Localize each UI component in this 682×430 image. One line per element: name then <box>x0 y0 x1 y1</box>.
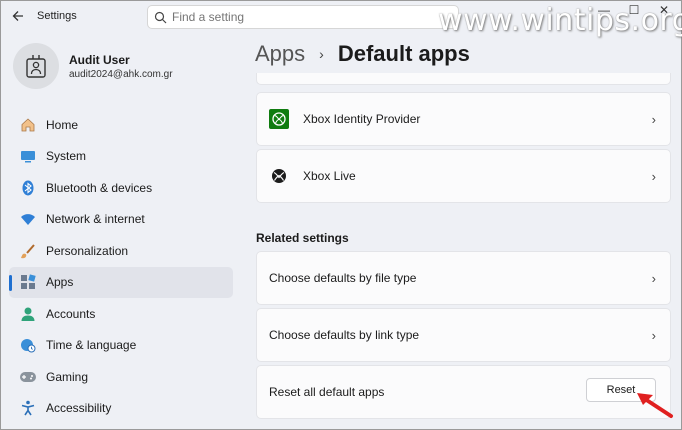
minimize-button[interactable]: — <box>597 3 611 17</box>
setting-label: Choose defaults by file type <box>269 271 417 285</box>
sidebar-item-time-language[interactable]: Time & language <box>9 330 233 362</box>
sidebar-item-network[interactable]: Network & internet <box>9 204 233 236</box>
app-card-partial <box>256 73 671 85</box>
sidebar-item-label: Apps <box>46 275 74 290</box>
title-bar: Settings www.wintips.org — ☐ ✕ <box>1 1 682 38</box>
close-button[interactable]: ✕ <box>657 3 671 17</box>
sidebar-item-system[interactable]: System <box>9 141 233 173</box>
back-button[interactable] <box>7 5 29 27</box>
chevron-right-icon: › <box>651 270 656 286</box>
app-card-xbox-identity[interactable]: Xbox Identity Provider › <box>256 92 671 146</box>
avatar[interactable] <box>13 43 59 89</box>
sidebar-item-personalization[interactable]: Personalization <box>9 235 233 267</box>
sidebar-item-label: Time & language <box>46 338 137 353</box>
xbox-icon <box>269 166 289 186</box>
search-input[interactable] <box>172 10 442 24</box>
sidebar-item-label: Network & internet <box>46 212 145 227</box>
app-card-xbox-live[interactable]: Xbox Live › <box>256 149 671 203</box>
app-title: Settings <box>37 10 77 22</box>
sidebar-item-label: Gaming <box>46 369 89 384</box>
chevron-right-icon: › <box>651 168 656 184</box>
choose-defaults-link-type[interactable]: Choose defaults by link type › <box>256 308 671 362</box>
app-card-label: Xbox Live <box>303 169 356 183</box>
xbox-identity-icon <box>269 109 289 129</box>
section-title-related: Related settings <box>256 231 349 245</box>
home-icon <box>19 116 37 134</box>
sidebar-item-label: Personalization <box>46 243 129 258</box>
sidebar-item-label: Bluetooth & devices <box>46 180 153 195</box>
apps-icon <box>19 273 37 291</box>
page-title: Default apps <box>337 41 470 66</box>
sidebar-item-gaming[interactable]: Gaming <box>9 361 233 393</box>
app-card-label: Xbox Identity Provider <box>303 112 421 126</box>
badge-user-icon <box>26 55 46 78</box>
window-controls: — ☐ ✕ <box>597 3 671 17</box>
annotation-arrow-icon <box>637 393 673 418</box>
system-icon <box>19 147 37 165</box>
bluetooth-icon <box>19 179 37 197</box>
sidebar-item-accounts[interactable]: Accounts <box>9 298 233 330</box>
reset-default-apps-card: Reset all default apps Reset <box>256 365 671 419</box>
sidebar-item-bluetooth[interactable]: Bluetooth & devices <box>9 172 233 204</box>
brush-icon <box>19 242 37 260</box>
sidebar-item-label: Home <box>46 117 79 132</box>
globe-clock-icon <box>19 336 37 354</box>
user-email: audit2024@ahk.com.gr <box>69 69 173 80</box>
gamepad-icon <box>19 368 37 386</box>
search-icon <box>148 11 172 24</box>
accounts-icon <box>19 305 37 323</box>
breadcrumb-separator: › <box>319 46 324 62</box>
breadcrumb-apps[interactable]: Apps <box>255 41 305 67</box>
sidebar-item-apps[interactable]: Apps <box>9 266 233 298</box>
sidebar-item-label: Accounts <box>46 306 96 321</box>
sidebar-item-accessibility[interactable]: Accessibility <box>9 393 233 425</box>
back-arrow-icon <box>12 11 23 21</box>
wifi-icon <box>19 210 37 228</box>
sidebar-item-label: System <box>46 149 87 164</box>
user-name: Audit User <box>69 53 130 67</box>
setting-label: Choose defaults by link type <box>269 328 420 342</box>
sidebar-item-label: Accessibility <box>46 401 112 416</box>
choose-defaults-file-type[interactable]: Choose defaults by file type › <box>256 251 671 305</box>
breadcrumb: Apps › Default apps <box>255 41 470 67</box>
setting-label: Reset all default apps <box>269 385 385 399</box>
sidebar: Home System Bluetooth & devices Network … <box>9 109 233 424</box>
sidebar-item-home[interactable]: Home <box>9 109 233 141</box>
search-box[interactable] <box>147 5 459 29</box>
chevron-right-icon: › <box>651 111 656 127</box>
maximize-button[interactable]: ☐ <box>627 3 641 17</box>
accessibility-icon <box>19 399 37 417</box>
chevron-right-icon: › <box>651 327 656 343</box>
